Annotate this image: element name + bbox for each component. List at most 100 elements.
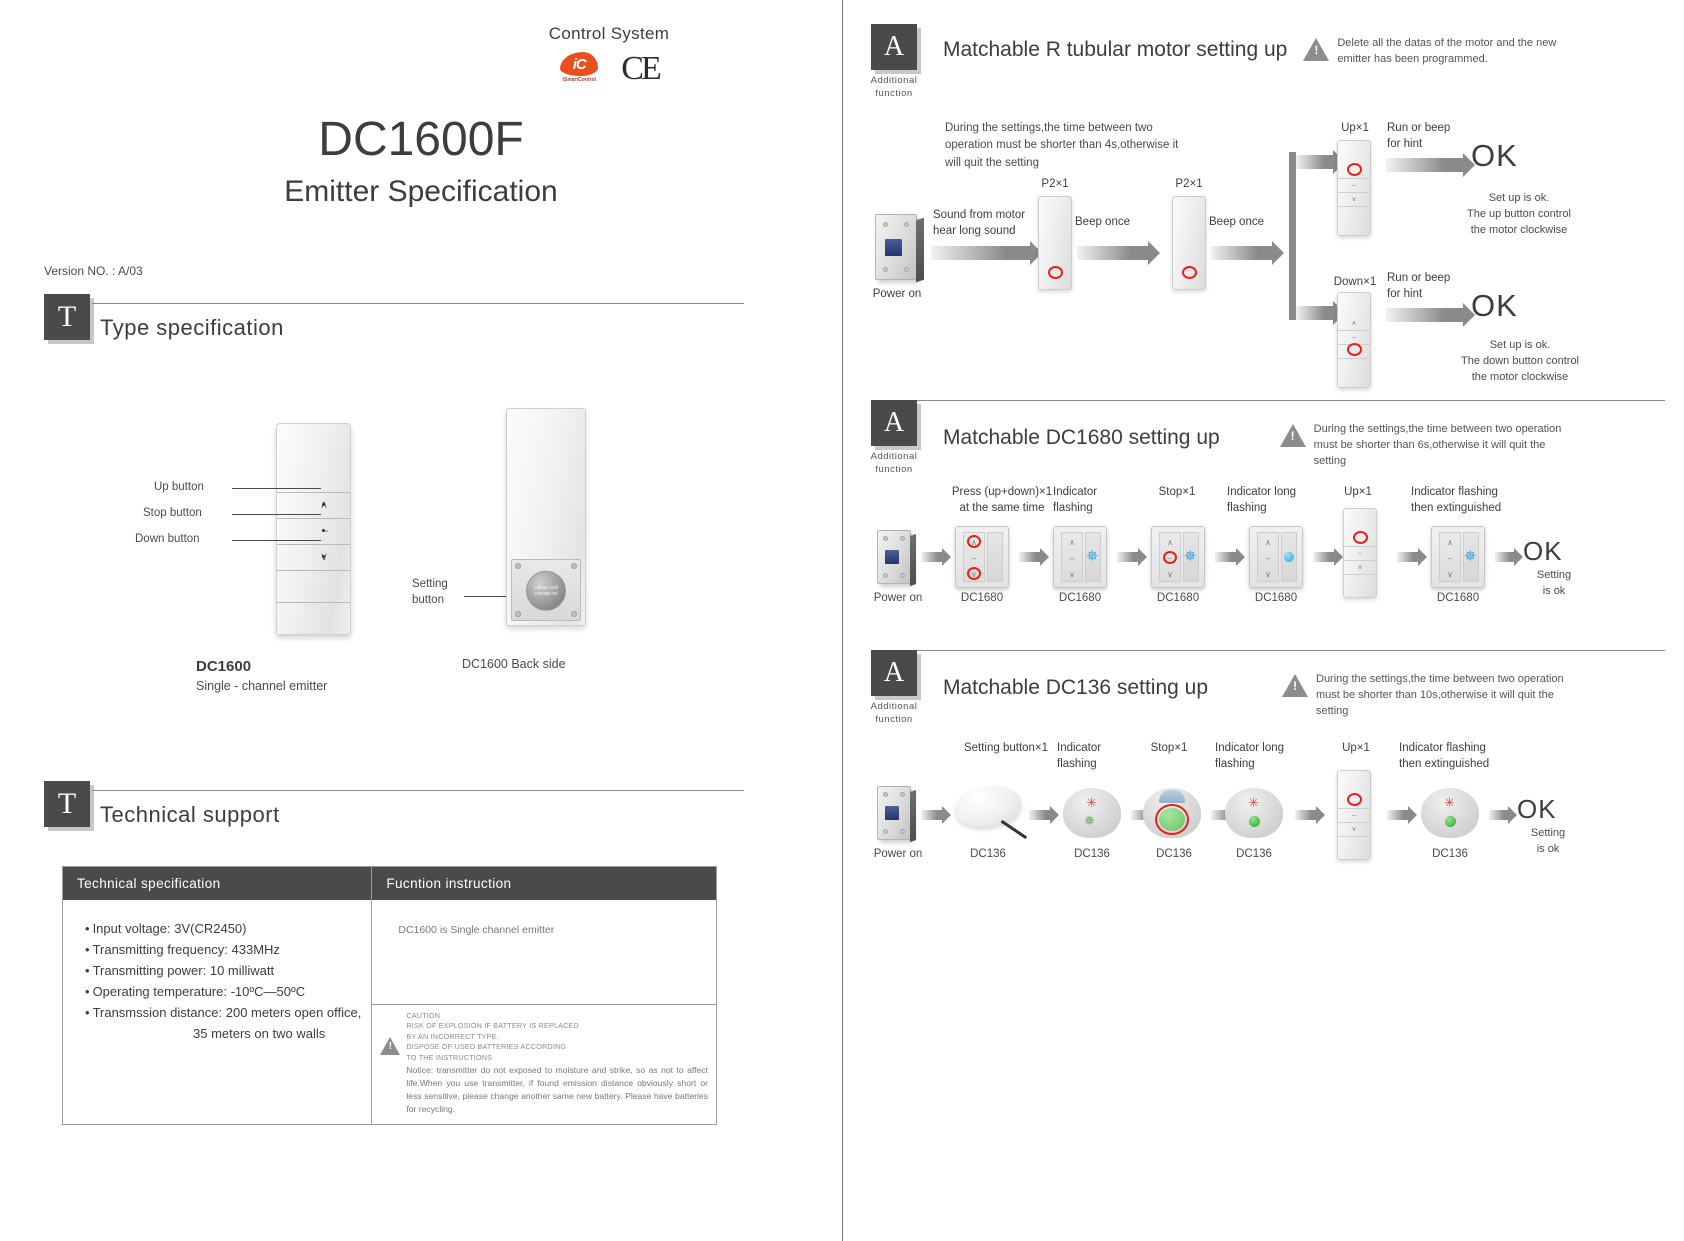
dc1680-step6: ∧ – ∨ ✵ xyxy=(1431,526,1485,588)
highlight-stop-button xyxy=(1155,804,1189,835)
dc136-step3 xyxy=(1143,788,1201,838)
badge-caption-line1: Additional xyxy=(870,701,918,712)
column-header-technical-spec: Technical specification xyxy=(62,866,373,900)
caution-block: CAUTION RISK OF EXPLOSION IF BATTERY IS … xyxy=(372,1004,716,1124)
section-badge-type: T xyxy=(44,294,90,340)
step3-label-4-l2: flashing xyxy=(1215,758,1255,770)
dc1680-step1: ∧ – ∨ xyxy=(955,526,1009,588)
highlight-up-button xyxy=(967,535,981,548)
highlight-stop-button xyxy=(1163,551,1177,564)
flow-arrow xyxy=(1489,806,1517,824)
warning-triangle-icon xyxy=(1279,424,1306,447)
label-up-x1: Up×1 xyxy=(1341,122,1369,134)
flow-arrow xyxy=(1117,548,1147,566)
step2-label-3-l1: Stop×1 xyxy=(1158,486,1196,498)
device-label-dc136: DC136 xyxy=(1432,848,1468,860)
technical-spec-cell: • Input voltage: 3V(CR2450) • Transmitting… xyxy=(62,900,373,1125)
ce-mark-icon: CE xyxy=(621,50,661,87)
leader-line xyxy=(232,488,321,489)
spec-item: • Transmitting power: 10 milliwatt xyxy=(85,963,275,979)
label-setting-button-line1: Setting xyxy=(412,578,448,590)
section1-badge: A xyxy=(871,24,917,70)
device-label-dc136: DC136 xyxy=(970,848,1006,860)
function-note: DC1600 is Single channel emitter xyxy=(398,924,555,936)
ok-description-up: Set up is ok. The up button control the … xyxy=(1419,191,1619,239)
section3-badge-caption: Additional function xyxy=(859,701,929,727)
label-run-or-beep-l1: Run or beep xyxy=(1387,122,1451,134)
led-red-icon: ✳ xyxy=(1086,795,1097,810)
flow-arrow xyxy=(1386,303,1475,327)
led-red-icon: ✳ xyxy=(1248,795,1259,810)
right-panel: A Additional function Matchable R tubula… xyxy=(843,0,1683,1241)
section2-warning-text: During the settings,the time between two… xyxy=(1313,423,1562,467)
notice-text: Notice: transmitter do not exposed to mo… xyxy=(406,1065,708,1114)
section1-title: Matchable R tubular motor setting up xyxy=(943,38,1288,61)
document-subtitle: Emitter Specification xyxy=(284,175,558,208)
section2-warning: During the settings,the time between two… xyxy=(1279,422,1564,470)
spec-item-text: Transmitting power: 10 milliwatt xyxy=(92,963,275,979)
step2-label-2-l1: Indicator xyxy=(1053,486,1098,498)
dc136-step2: ✳ ✵ xyxy=(1063,788,1121,838)
version-label: Version NO. : A/03 xyxy=(44,264,143,278)
ok-description-dc1680: Setting is ok xyxy=(1519,568,1589,600)
left-panel: Control System iC iSmartControl CE DC160… xyxy=(0,0,843,1241)
section2-badge-wrap: A Additional function xyxy=(859,400,929,477)
flow-arrow-up-branch xyxy=(1296,150,1345,174)
step2-label-2-l2: flashing xyxy=(1053,502,1093,514)
warning-triangle-icon xyxy=(380,1037,401,1055)
emitter-up-press-dc1680: – ∨ xyxy=(1343,508,1377,598)
table-body-row: • Input voltage: 3V(CR2450) • Transmitting… xyxy=(62,900,717,1125)
label-p2-press-1: P2×1 xyxy=(1041,178,1069,190)
spec-item-continuation: 35 meters on two walls xyxy=(193,1026,326,1042)
section3-badge-wrap: A Additional function xyxy=(859,650,929,727)
spec-item-text: Operating temperature: -10ºC—50ºC xyxy=(92,984,306,1000)
section2-header: A Additional function Matchable DC1680 s… xyxy=(859,400,1665,477)
device-label-dc1680: DC1680 xyxy=(1058,592,1102,604)
ok-up-line3: the motor clockwise xyxy=(1470,223,1568,236)
ok-sub-line1: Setting xyxy=(1536,569,1572,581)
led-red-icon: ✳ xyxy=(1444,795,1455,810)
section1-header: A Additional function Matchable R tubula… xyxy=(859,24,1665,99)
remote-front-illustration: ∧ – ∨ xyxy=(276,423,351,635)
section1-note: During the settings,the time between two… xyxy=(945,122,1179,169)
badge-caption-line1: Additional xyxy=(870,75,918,86)
column-header-function-instruction: Fucntion instruction xyxy=(371,866,717,900)
label-down-x1: Down×1 xyxy=(1333,276,1377,288)
flow-arrow xyxy=(1211,241,1284,265)
section1-warning: Delete all the datas of the motor and th… xyxy=(1303,36,1587,68)
bay-screw-icon xyxy=(571,563,577,569)
step2-label-6-l1: Indicator flashing xyxy=(1411,486,1498,498)
label-p2-press-2: P2×1 xyxy=(1175,178,1203,190)
flow-arrow xyxy=(1019,548,1049,566)
caution-line: BY AN INCORRECT TYPE. xyxy=(406,1031,499,1041)
section-dc1680: A Additional function Matchable DC1680 s… xyxy=(859,400,1665,650)
ok-label-up: OK xyxy=(1471,138,1518,173)
device-label-dc136: DC136 xyxy=(1156,848,1192,860)
flow-arrow xyxy=(1313,548,1343,566)
label-up-button: Up button xyxy=(154,481,204,493)
coin-cell-battery: Lithium Cell CR2450 3V xyxy=(526,570,566,611)
flow-arrow xyxy=(931,241,1042,265)
caution-line: RISK OF EXPLOSION IF BATTERY IS REPLACED xyxy=(406,1021,579,1031)
spec-item-text: Transmssion distance: 200 meters open of… xyxy=(92,1005,362,1021)
bay-screw-icon xyxy=(571,611,577,617)
ok-down-line1: Set up is ok. xyxy=(1489,339,1551,351)
dc1680-step3: ∧ – ∨ ✵ xyxy=(1151,526,1205,588)
stylus-pointer-icon xyxy=(1000,819,1028,839)
emitter-step-p2-first xyxy=(1038,196,1072,290)
flow-arrow xyxy=(921,806,951,824)
section2-badge-caption: Additional function xyxy=(859,451,929,477)
breaker-switch xyxy=(885,550,899,564)
leader-line xyxy=(464,596,506,597)
section2-badge: A xyxy=(871,400,917,446)
flow-arrow xyxy=(1387,806,1417,824)
leader-line xyxy=(232,514,321,515)
device-label-dc136: DC136 xyxy=(1236,848,1272,860)
badge-caption-line1: Additional xyxy=(870,451,918,462)
leader-line xyxy=(232,540,321,541)
step3-label-2-l2: flashing xyxy=(1057,758,1097,770)
switch-pad-right xyxy=(987,532,1003,582)
ok-down-line2: The down button control xyxy=(1460,354,1580,367)
logo-subtext: iSmartControl xyxy=(562,77,596,83)
caption-front-subtitle: Single - channel emitter xyxy=(196,679,328,693)
